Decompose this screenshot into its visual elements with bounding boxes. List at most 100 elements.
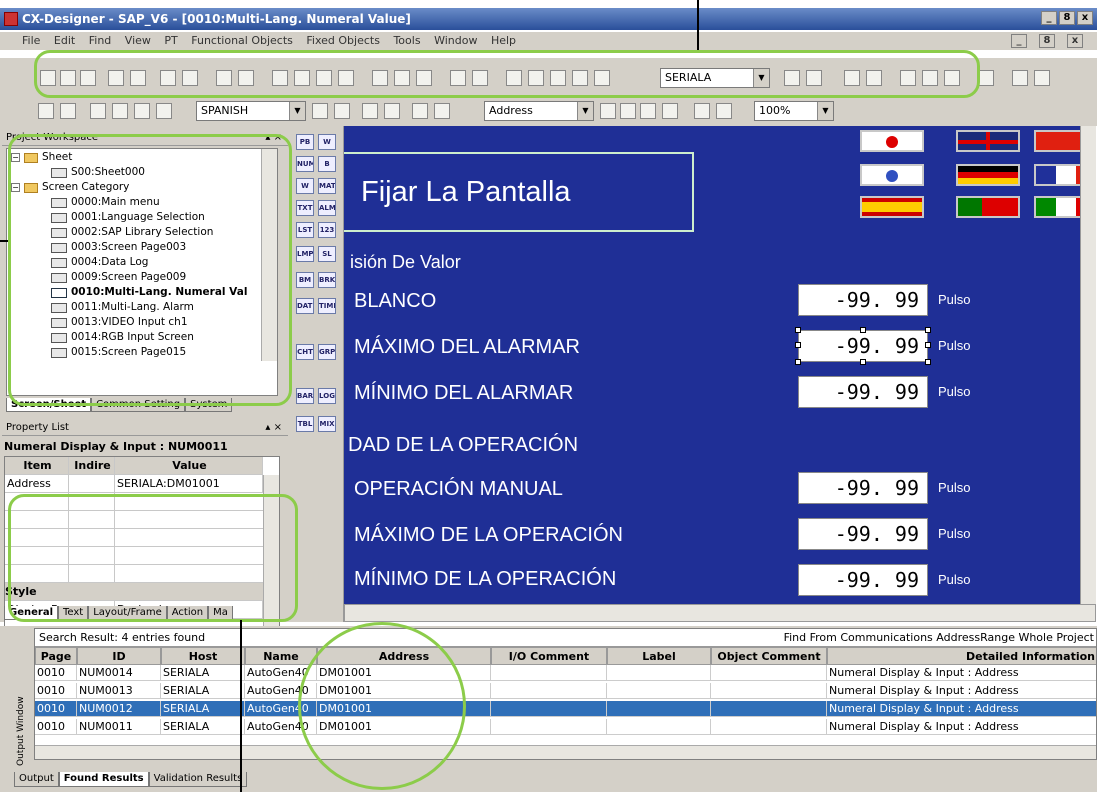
close-icon[interactable]: ▴ × [265,420,282,436]
tab-action[interactable]: Action [166,606,209,620]
tree-node-screen[interactable]: 0002:SAP Library Selection [51,226,213,239]
tree-node-screen[interactable]: 0009:Screen Page009 [51,271,186,284]
menu-pt[interactable]: PT [164,34,177,47]
tab-text[interactable]: Text [58,606,89,620]
resize-handle[interactable] [925,327,931,333]
tab-common-setting[interactable]: Common Setting [91,398,186,412]
tab-layout-frame[interactable]: Layout/Frame [88,606,167,620]
help-icon[interactable] [1034,70,1050,86]
zoom-icon[interactable] [640,103,656,119]
alarm-icon[interactable]: ALM [318,200,336,216]
find-replace-icon[interactable] [806,70,822,86]
tree-node-screen[interactable]: 0000:Main menu [51,196,160,209]
menu-find[interactable]: Find [89,34,112,47]
font-icon[interactable] [412,103,428,119]
tree-node-sheet000[interactable]: S00:Sheet000 [51,166,145,179]
table-icon[interactable]: TBL [296,416,314,432]
resize-handle[interactable] [795,342,801,348]
tab-validation-results[interactable]: Validation Results [148,772,248,787]
screen-paste-icon[interactable] [316,70,332,86]
align-right-icon[interactable] [60,103,76,119]
grid-icon[interactable] [694,103,710,119]
copy-icon[interactable] [528,70,544,86]
label-alt-icon[interactable] [334,103,350,119]
tree-node-sheet[interactable]: − Sheet [11,151,72,164]
close-button[interactable]: x [1077,11,1093,25]
resize-handle[interactable] [925,359,931,365]
replace-icon[interactable] [594,70,610,86]
property-scrollbar[interactable] [263,475,279,635]
resize-handle[interactable] [925,342,931,348]
new-icon[interactable] [108,70,124,86]
results-row[interactable]: 0010 NUM0011 SERIALA AutoGen40 DM01001 Numera… [35,719,1096,735]
language-combo[interactable]: SPANISH ▼ [196,101,306,121]
tab-ma[interactable]: Ma [208,606,233,620]
mixed-icon[interactable]: MIX [318,416,336,432]
tab-system[interactable]: System [185,398,233,412]
graph-icon[interactable]: GRP [318,344,336,360]
host-combo[interactable]: SERIALA ▼ [660,68,770,88]
page-set-icon[interactable] [944,70,960,86]
col-host[interactable]: Host [161,647,245,665]
screen-group-icon[interactable] [338,70,354,86]
tree-node-screen[interactable]: 0003:Screen Page003 [51,241,186,254]
maximize-button[interactable]: 8 [1059,11,1075,25]
time-icon[interactable]: TIME [318,298,336,314]
results-row[interactable]: 0010 NUM0012 SERIALA AutoGen40 DM01001 Numera… [35,701,1096,717]
label-icon[interactable] [312,103,328,119]
log-icon[interactable]: LOG [318,388,336,404]
tab-general[interactable]: General [4,606,58,620]
menu-window[interactable]: Window [434,34,477,47]
test-icon[interactable] [866,70,882,86]
numeral-input-selected[interactable]: -99. 99 [798,330,928,362]
lamp-icon[interactable]: LMP [296,246,314,262]
canvas-vertical-scrollbar[interactable] [1080,126,1096,604]
numeral-input[interactable]: -99. 99 [798,518,928,550]
settings-alt-icon[interactable] [238,70,254,86]
document-icon[interactable] [372,70,388,86]
delete-icon[interactable] [572,70,588,86]
col-name[interactable]: Name [245,647,317,665]
resize-handle[interactable] [860,359,866,365]
numeral-input[interactable]: -99. 99 [798,376,928,408]
text-icon[interactable]: TXT [296,200,314,216]
bit-lamp-icon[interactable]: B [318,156,336,172]
address-icon[interactable] [600,103,616,119]
open-icon[interactable] [60,70,76,86]
project-icon[interactable] [80,70,96,86]
screen-title-box[interactable]: Fijar La Pantalla [344,152,694,232]
break-icon[interactable]: BRK [318,272,336,288]
tree-node-screen[interactable]: 0011:Multi-Lang. Alarm [51,301,194,314]
property-row[interactable] [5,547,263,565]
numeral-input[interactable]: -99. 99 [798,564,928,596]
property-row[interactable]: Address SERIALA:DM01001 [5,475,263,493]
col-address[interactable]: Address [317,647,491,665]
property-row[interactable] [5,493,263,511]
flag-china-icon[interactable] [1034,130,1080,152]
page-next-icon[interactable] [384,103,400,119]
list-icon[interactable] [978,70,994,86]
collapse-icon[interactable]: − [11,153,20,162]
flag-france-icon[interactable] [1034,164,1080,186]
id-icon[interactable] [620,103,636,119]
col-page[interactable]: Page [35,647,77,665]
results-horizontal-scrollbar[interactable] [35,745,1096,759]
bitmap-icon[interactable]: BM [296,272,314,288]
flag-italy-icon[interactable] [1034,196,1080,218]
tree-node-screen[interactable]: 0015:Screen Page015 [51,346,186,359]
menu-file[interactable]: File [22,34,40,47]
screen-icon[interactable] [272,70,288,86]
chevron-down-icon[interactable]: ▼ [817,102,833,120]
list-icon[interactable]: LST [296,222,314,238]
bar-graph-icon[interactable]: BAR [296,388,314,404]
menu-edit[interactable]: Edit [54,34,75,47]
zoom-combo[interactable]: 100% ▼ [754,101,834,121]
menu-fixed-objects[interactable]: Fixed Objects [306,34,380,47]
ungroup-icon[interactable] [112,103,128,119]
cut-icon[interactable] [506,70,522,86]
monitor-icon[interactable] [844,70,860,86]
flag-uk-icon[interactable] [956,130,1020,152]
screen-copy-icon[interactable] [294,70,310,86]
open-folder-icon[interactable] [40,70,56,86]
minimize-button[interactable]: _ [1041,11,1057,25]
